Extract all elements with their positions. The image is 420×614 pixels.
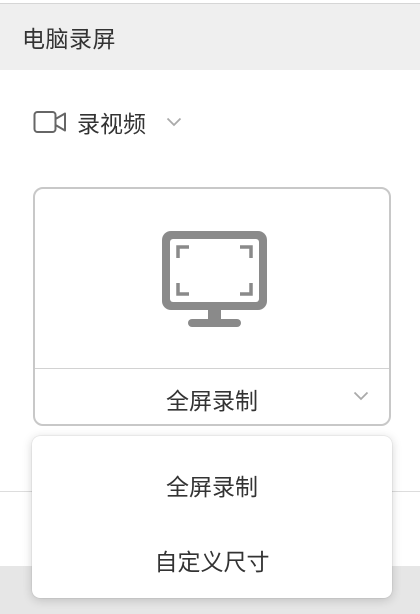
menu-item-fullscreen[interactable]: 全屏录制 — [32, 454, 392, 516]
video-camera-icon — [33, 111, 66, 133]
record-mode-selector[interactable]: 录视频 — [33, 102, 182, 142]
capture-mode-menu: 全屏录制 自定义尺寸 — [32, 436, 392, 598]
title-bar: 电脑录屏 — [0, 4, 420, 70]
capture-mode-selected: 全屏录制 — [166, 389, 258, 415]
capture-mode-dropdown[interactable]: 全屏录制 — [35, 369, 389, 426]
window-title: 电脑录屏 — [22, 27, 116, 53]
record-area-card[interactable]: 全屏录制 — [33, 187, 391, 426]
menu-item-custom-size[interactable]: 自定义尺寸 — [32, 529, 392, 591]
monitor-fullscreen-icon — [162, 231, 267, 327]
chevron-down-icon — [353, 391, 369, 401]
chevron-down-icon — [166, 117, 182, 127]
record-mode-label: 录视频 — [77, 112, 146, 138]
